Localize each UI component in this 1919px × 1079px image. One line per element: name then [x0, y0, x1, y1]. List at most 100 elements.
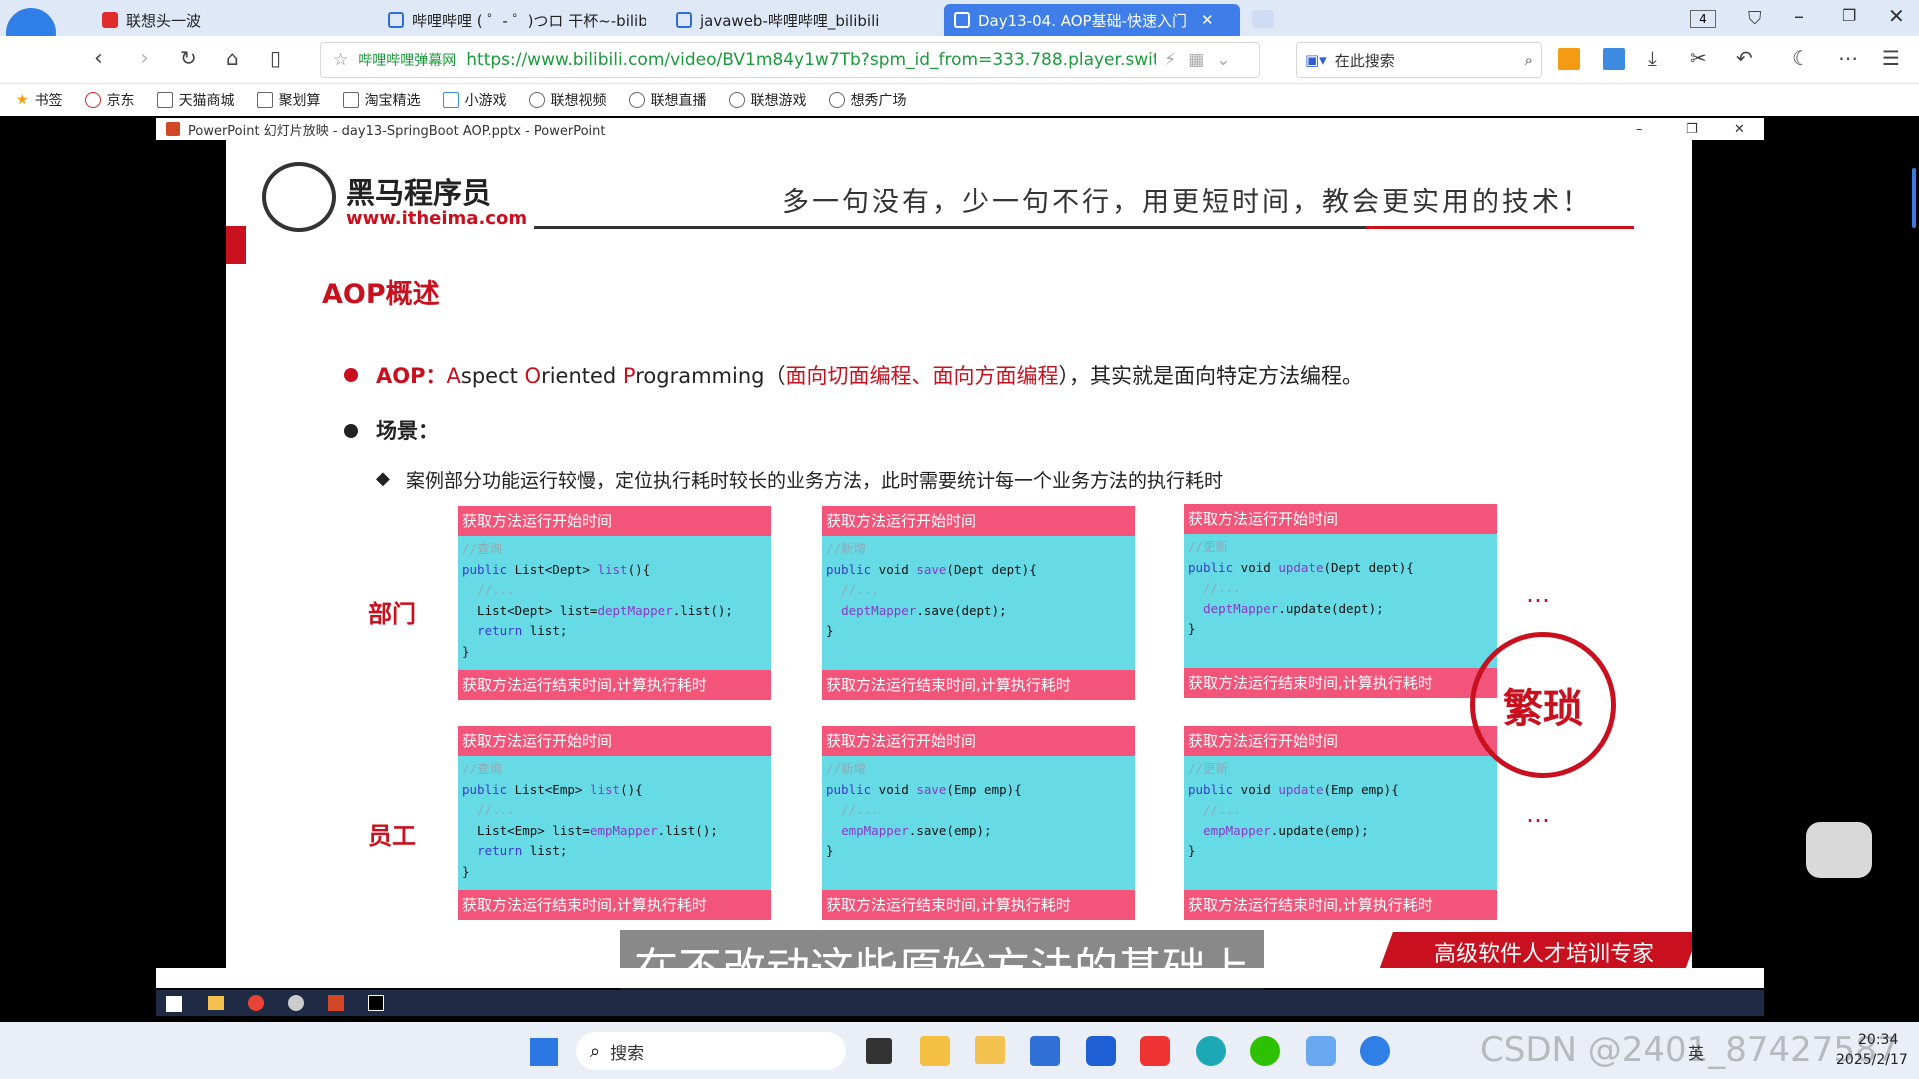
app-icon[interactable]	[288, 995, 304, 1011]
lenovo-icon[interactable]	[1086, 1036, 1116, 1066]
more-icon[interactable]: ⋯	[1838, 46, 1858, 70]
bookmark-item[interactable]: ★ 书签	[16, 90, 63, 110]
taskbar-search[interactable]: ⌕ 搜索	[576, 1032, 846, 1070]
wps-icon[interactable]	[1140, 1036, 1170, 1066]
app-icon[interactable]	[920, 1036, 950, 1066]
search-icon[interactable]: ⌕	[1525, 51, 1533, 69]
bookmark-item[interactable]: 淘宝精选	[342, 90, 421, 110]
address-bar[interactable]: ☆ 哔哩哔哩弹幕网 https://www.bilibili.com/video…	[320, 42, 1260, 78]
bookmark-item[interactable]: 京东	[84, 90, 135, 110]
search-input[interactable]: 在此搜索	[1335, 50, 1525, 71]
bookmark-item[interactable]: 联想游戏	[728, 90, 807, 110]
bilibili-icon	[676, 12, 692, 28]
clock-time[interactable]: 20:34	[1858, 1032, 1898, 1048]
browser-taskbar-icon[interactable]	[1360, 1036, 1390, 1066]
tab-label: 联想头一波	[126, 11, 202, 30]
bookmark-item[interactable]: 聚划算	[256, 90, 321, 110]
reload-icon[interactable]: ↻	[180, 46, 197, 70]
code-card-header: 获取方法运行开始时间	[1184, 726, 1497, 756]
ppt-minimize-icon[interactable]: –	[1636, 122, 1643, 137]
code-card-header: 获取方法运行开始时间	[458, 726, 771, 756]
footer-banner-text: 高级软件人才培训专家	[1434, 942, 1655, 967]
jd-icon	[84, 92, 101, 108]
search-engine-icon[interactable]: ▣▾	[1305, 51, 1327, 69]
ppt-close-icon[interactable]: ✕	[1734, 122, 1745, 137]
folder-icon[interactable]	[975, 1036, 1005, 1064]
code-card-header: 获取方法运行开始时间	[458, 506, 771, 536]
bilibili-play-icon[interactable]	[1806, 822, 1872, 878]
forward-icon[interactable]: ›	[140, 46, 149, 71]
tab-active[interactable]: Day13-04. AOP基础-快速入门 ✕	[944, 4, 1240, 36]
tab-count-badge[interactable]: 4	[1690, 10, 1716, 28]
windows-start-icon[interactable]	[530, 1038, 558, 1066]
bookmark-item[interactable]: 联想视频	[528, 90, 607, 110]
tab-3[interactable]: javaweb-哔哩哔哩_bilibili	[666, 4, 928, 36]
code-card-header: 获取方法运行开始时间	[1184, 504, 1497, 534]
code-card-footer: 获取方法运行结束时间,计算执行耗时	[1184, 890, 1497, 920]
sub-bullet: 案例部分功能运行较慢，定位执行耗时较长的业务方法，此时需要统计每一个业务方法的执…	[406, 470, 1224, 492]
bullet-dot	[344, 424, 358, 438]
scissors-icon[interactable]: ✂	[1690, 46, 1707, 70]
night-mode-icon[interactable]: ☾	[1792, 46, 1810, 70]
new-tab-button[interactable]	[1252, 10, 1274, 28]
game-icon	[442, 92, 459, 108]
language-indicator[interactable]: 英	[1688, 1040, 1704, 1064]
bullet-dot-red	[344, 368, 358, 382]
edge-icon[interactable]	[1196, 1036, 1226, 1066]
undo-icon[interactable]: ↶	[1736, 46, 1753, 70]
app-icon[interactable]	[1306, 1036, 1336, 1066]
clock-date[interactable]: 2025/2/17	[1836, 1052, 1908, 1068]
bilibili-icon	[388, 12, 404, 28]
taskview-icon[interactable]	[866, 1038, 892, 1064]
tab-label: Day13-04. AOP基础-快速入门	[978, 11, 1188, 30]
search-box[interactable]: ▣▾ 在此搜索 ⌕	[1296, 42, 1542, 78]
slide-title: AOP概述	[322, 279, 440, 310]
code-card-header: 获取方法运行开始时间	[822, 726, 1135, 756]
code-card-footer: 获取方法运行结束时间,计算执行耗时	[822, 890, 1135, 920]
lightning-icon[interactable]: ⚡	[1164, 50, 1176, 70]
chrome-icon[interactable]	[248, 995, 264, 1011]
globe-icon	[828, 92, 845, 108]
logo-icon	[262, 162, 336, 232]
shirt-icon[interactable]: ⛉	[1748, 8, 1762, 29]
wechat-icon[interactable]	[1250, 1036, 1280, 1066]
store-icon[interactable]	[1030, 1036, 1060, 1066]
slogan: 多一句没有，少一句不行，用更短时间，教会更实用的技术！	[782, 187, 1592, 218]
send-icon[interactable]	[1603, 48, 1625, 70]
maximize-icon[interactable]: ❐	[1842, 6, 1856, 25]
slide: 黑马程序员 www.itheima.com 多一句没有，少一句不行，用更短时间，…	[226, 140, 1692, 970]
globe-icon	[528, 92, 545, 108]
tab-1[interactable]: 联想头一波	[92, 4, 362, 36]
logo-url: www.itheima.com	[346, 208, 528, 229]
bookmark-item[interactable]: 天猫商城	[156, 90, 235, 110]
bookmark-item[interactable]: 小游戏	[442, 90, 507, 110]
extension-icon[interactable]	[1558, 48, 1580, 70]
star-icon[interactable]: ☆	[333, 50, 348, 70]
close-tab-icon[interactable]: ✕	[1201, 11, 1214, 29]
scroll-indicator[interactable]	[1912, 168, 1916, 228]
stamp-text: 繁琐	[1503, 685, 1583, 732]
bookmark-item[interactable]: 想秀广场	[828, 90, 907, 110]
code-card-footer: 获取方法运行结束时间,计算执行耗时	[458, 890, 771, 920]
code-card-body: //更新 public void update(Dept dept){ //..…	[1184, 534, 1497, 668]
bookmark-item[interactable]: 联想直播	[628, 90, 707, 110]
minimize-icon[interactable]: –	[1794, 4, 1804, 28]
back-icon[interactable]: ‹	[94, 46, 103, 71]
tab-2[interactable]: 哔哩哔哩 ( ゜- ゜)つロ 干杯~-bilib	[378, 4, 646, 36]
reader-icon[interactable]: ▯	[270, 46, 281, 70]
intellij-icon[interactable]	[368, 995, 384, 1011]
home-icon[interactable]: ⌂	[226, 46, 239, 70]
tab-label: javaweb-哔哩哔哩_bilibili	[700, 11, 880, 30]
qr-icon[interactable]: ▦	[1188, 50, 1204, 70]
ppt-maximize-icon[interactable]: ❐	[1686, 122, 1698, 137]
windows-start-icon[interactable]	[166, 996, 182, 1012]
taskbar-search-input[interactable]: 搜索	[610, 1039, 644, 1064]
code-card-header: 获取方法运行开始时间	[822, 506, 1135, 536]
download-icon[interactable]: ⤓	[1648, 46, 1657, 70]
menu-icon[interactable]: ☰	[1882, 46, 1900, 70]
dropdown-icon[interactable]: ⌄	[1216, 50, 1230, 70]
close-window-icon[interactable]: ✕	[1888, 4, 1905, 28]
powerpoint-icon[interactable]	[328, 995, 344, 1011]
url-text[interactable]: https://www.bilibili.com/video/BV1m84y1w…	[466, 50, 1156, 70]
explorer-icon[interactable]	[208, 996, 224, 1010]
